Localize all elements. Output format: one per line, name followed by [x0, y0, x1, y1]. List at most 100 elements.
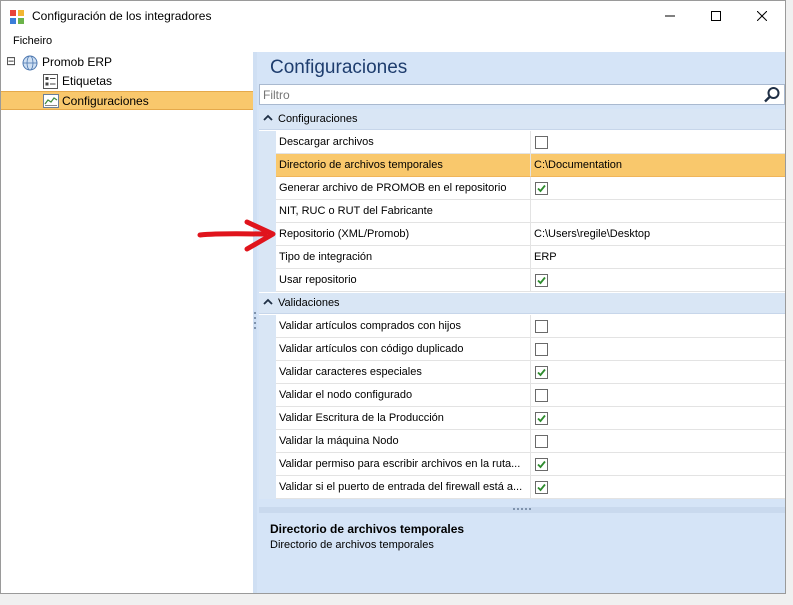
checkmark-icon	[537, 368, 546, 377]
property-value[interactable]	[531, 200, 785, 223]
checkmark-icon	[537, 460, 546, 469]
row-gutter	[259, 269, 276, 292]
row-gutter	[259, 315, 276, 338]
splitter-grip-icon	[254, 312, 256, 329]
settings-chart-icon	[43, 94, 59, 108]
property-name[interactable]: Validar artículos con código duplicado	[276, 338, 531, 361]
property-row[interactable]: Validar permiso para escribir archivos e…	[259, 453, 785, 476]
property-checkbox[interactable]	[535, 320, 548, 333]
property-row[interactable]: Directorio de archivos temporales C:\Docu…	[259, 154, 785, 177]
property-name[interactable]: Validar artículos comprados con hijos	[276, 315, 531, 338]
search-icon[interactable]	[763, 86, 781, 104]
property-name[interactable]: Validar el nodo configurado	[276, 384, 531, 407]
title-bar: Configuración de los integradores	[1, 1, 785, 31]
property-name[interactable]: Descargar archivos	[276, 131, 531, 154]
tree-node-configuraciones[interactable]: Configuraciones	[1, 91, 253, 110]
row-gutter	[259, 384, 276, 407]
property-name[interactable]: Validar la máquina Nodo	[276, 430, 531, 453]
property-value[interactable]	[531, 361, 785, 384]
property-row[interactable]: Usar repositorio	[259, 269, 785, 292]
property-row[interactable]: Validar el nodo configurado	[259, 384, 785, 407]
minimize-icon	[665, 15, 675, 17]
tree-node-root[interactable]: ⊟ Promob ERP	[1, 53, 253, 72]
property-value[interactable]	[531, 338, 785, 361]
description-grip-icon	[513, 508, 531, 510]
property-panel: Configuraciones Configuraciones Descargar…	[257, 52, 785, 593]
property-name[interactable]: Validar caracteres especiales	[276, 361, 531, 384]
property-value[interactable]	[531, 453, 785, 476]
property-checkbox[interactable]	[535, 458, 548, 471]
description-splitter[interactable]	[259, 507, 785, 513]
property-row[interactable]: Validar caracteres especiales	[259, 361, 785, 384]
property-row[interactable]: Repositorio (XML/Promob) C:\Users\regile\…	[259, 223, 785, 246]
filter-input[interactable]	[263, 86, 753, 103]
label-icon	[43, 74, 58, 89]
property-row[interactable]: Validar artículos con código duplicado	[259, 338, 785, 361]
description-title: Directorio de archivos temporales	[270, 522, 465, 536]
property-value[interactable]: C:\Users\regile\Desktop	[531, 223, 785, 246]
property-value[interactable]	[531, 131, 785, 154]
property-value[interactable]	[531, 315, 785, 338]
category-label: Validaciones	[278, 297, 340, 309]
property-row[interactable]: Validar si el puerto de entrada del fire…	[259, 476, 785, 499]
property-row[interactable]: NIT, RUC o RUT del Fabricante	[259, 200, 785, 223]
menu-ficheiro[interactable]: Ficheiro	[13, 35, 52, 47]
property-checkbox[interactable]	[535, 366, 548, 379]
property-value[interactable]: C:\Documentation	[531, 154, 785, 177]
property-name[interactable]: Usar repositorio	[276, 269, 531, 292]
property-name[interactable]: NIT, RUC o RUT del Fabricante	[276, 200, 531, 223]
row-gutter	[259, 154, 276, 177]
property-value[interactable]	[531, 430, 785, 453]
integrators-config-window: Configuración de los integradores Fichei…	[0, 0, 786, 594]
property-value[interactable]	[531, 476, 785, 499]
minimize-button[interactable]	[647, 1, 693, 31]
property-name[interactable]: Validar si el puerto de entrada del fire…	[276, 476, 531, 499]
checkmark-icon	[537, 276, 546, 285]
property-row[interactable]: Generar archivo de PROMOB en el reposito…	[259, 177, 785, 200]
property-row[interactable]: Tipo de integración ERP	[259, 246, 785, 269]
category-row[interactable]: Configuraciones	[259, 109, 785, 130]
checkmark-icon	[537, 184, 546, 193]
row-gutter	[259, 430, 276, 453]
property-value[interactable]: ERP	[531, 246, 785, 269]
property-checkbox[interactable]	[535, 136, 548, 149]
tree-node-etiquetas[interactable]: Etiquetas	[1, 72, 253, 91]
annotation-arrow-icon	[197, 219, 276, 252]
app-icon	[10, 10, 24, 24]
maximize-icon	[711, 11, 721, 21]
tree-root-label: Promob ERP	[42, 55, 113, 69]
property-row[interactable]: Validar la máquina Nodo	[259, 430, 785, 453]
property-row[interactable]: Descargar archivos	[259, 131, 785, 154]
collapse-toggle-icon[interactable]: ⊟	[6, 54, 16, 68]
row-gutter	[259, 177, 276, 200]
property-checkbox[interactable]	[535, 343, 548, 356]
property-checkbox[interactable]	[535, 481, 548, 494]
property-checkbox[interactable]	[535, 182, 548, 195]
tree-etiquetas-label: Etiquetas	[62, 74, 113, 88]
property-checkbox[interactable]	[535, 274, 548, 287]
category-label: Configuraciones	[278, 113, 358, 125]
property-name[interactable]: Generar archivo de PROMOB en el reposito…	[276, 177, 531, 200]
property-row[interactable]: Validar Escritura de la Producción	[259, 407, 785, 430]
property-value[interactable]	[531, 407, 785, 430]
row-gutter	[259, 338, 276, 361]
property-value[interactable]	[531, 269, 785, 292]
maximize-button[interactable]	[693, 1, 739, 31]
property-checkbox[interactable]	[535, 412, 548, 425]
close-button[interactable]	[739, 1, 785, 31]
property-name[interactable]: Directorio de archivos temporales	[276, 154, 531, 177]
property-grid: Configuraciones Descargar archivos Directo…	[259, 109, 785, 499]
property-row[interactable]: Validar artículos comprados con hijos	[259, 315, 785, 338]
property-value[interactable]	[531, 177, 785, 200]
chevron-up-icon[interactable]	[263, 113, 273, 123]
property-name[interactable]: Validar Escritura de la Producción	[276, 407, 531, 430]
property-name[interactable]: Tipo de integración	[276, 246, 531, 269]
property-name[interactable]: Validar permiso para escribir archivos e…	[276, 453, 531, 476]
property-checkbox[interactable]	[535, 435, 548, 448]
property-checkbox[interactable]	[535, 389, 548, 402]
tree-panel: ⊟ Promob ERP Etiquetas Configuraciones	[1, 52, 253, 593]
category-row[interactable]: Validaciones	[259, 293, 785, 314]
property-value[interactable]	[531, 384, 785, 407]
chevron-up-icon[interactable]	[263, 297, 273, 307]
property-name[interactable]: Repositorio (XML/Promob)	[276, 223, 531, 246]
